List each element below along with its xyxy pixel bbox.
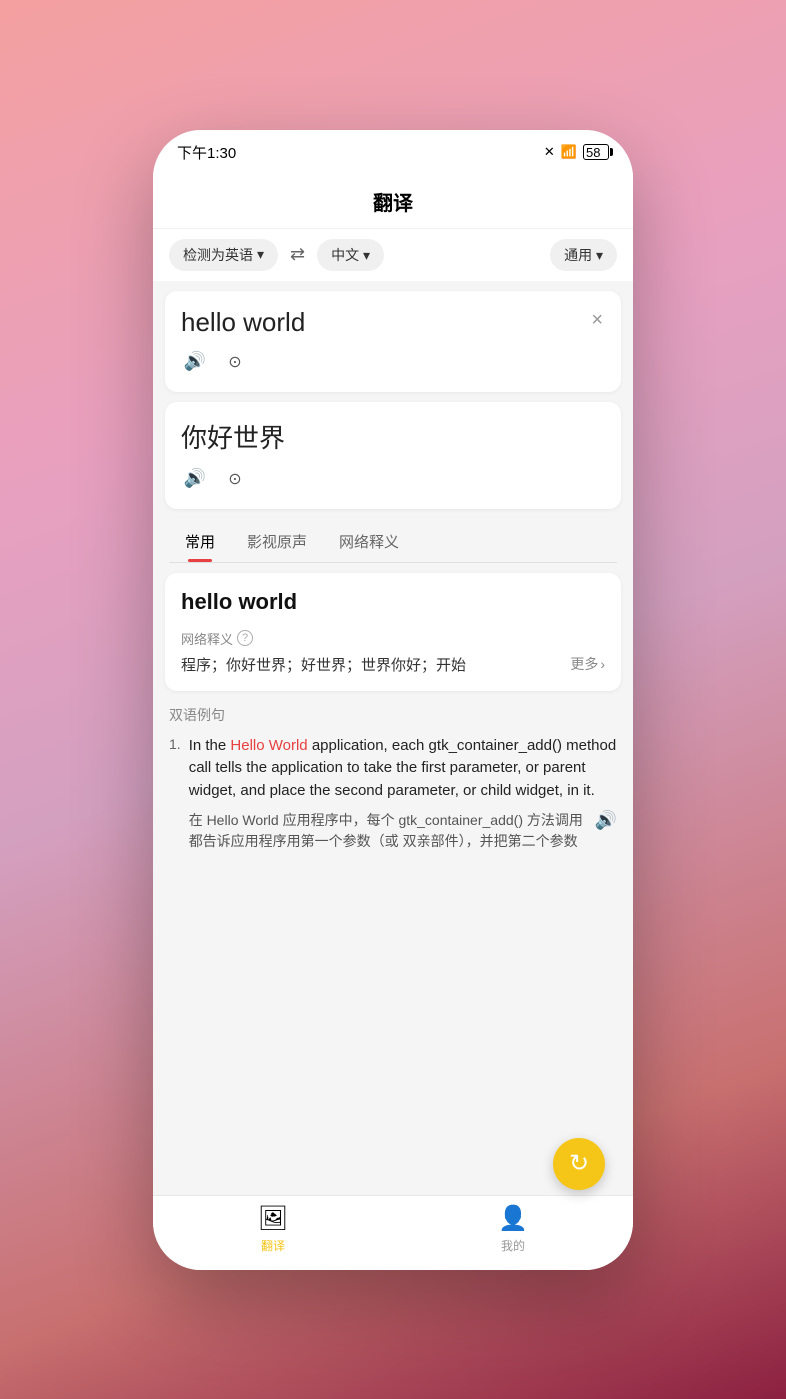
style-button[interactable]: 通用 ▾ xyxy=(550,239,617,271)
example-chinese-row: 在 Hello World 应用程序中，每个 gtk_container_add… xyxy=(189,810,617,852)
highlight-text: Hello World xyxy=(230,737,307,754)
battery-icon: 58 xyxy=(583,144,609,160)
mine-nav-label: 我的 xyxy=(501,1237,525,1254)
signal-icon: ✕ xyxy=(544,144,555,160)
tabs-section: 常用 影视原声 网络释义 xyxy=(165,523,621,563)
dict-word: hello world xyxy=(181,589,605,615)
language-bar: 检测为英语 ▾ ⇄ 中文 ▾ 通用 ▾ xyxy=(153,228,633,281)
swap-language-button[interactable]: ⇄ xyxy=(286,240,309,269)
app-content: 翻译 检测为英语 ▾ ⇄ 中文 ▾ 通用 ▾ hello world xyxy=(153,171,633,1195)
speak-result-button[interactable]: 🔊 xyxy=(181,465,209,493)
help-icon[interactable]: ? xyxy=(237,630,253,646)
result-actions: 🔊 ⊙ xyxy=(181,465,605,493)
dict-card: hello world 网络释义 ? 程序；你好世界；好世界；世界你好；开始 更… xyxy=(165,573,621,691)
status-icons: ✕ 📶 58 xyxy=(544,144,609,160)
tab-movie[interactable]: 影视原声 xyxy=(231,523,323,562)
copy-icon: ⊙ xyxy=(228,352,241,372)
input-actions: 🔊 ⊙ xyxy=(181,348,605,376)
example-english: In the Hello World application, each gtk… xyxy=(189,735,617,803)
nav-item-mine[interactable]: 👤 我的 xyxy=(393,1204,633,1254)
refresh-icon: ↻ xyxy=(569,1149,589,1178)
copy-source-button[interactable]: ⊙ xyxy=(221,348,249,376)
tab-web[interactable]: 网络释义 xyxy=(323,523,415,562)
status-bar: 下午1:30 ✕ 📶 58 xyxy=(153,130,633,171)
input-text-row: hello world × xyxy=(181,307,605,338)
wifi-icon: 📶 xyxy=(561,144,577,160)
nav-item-translate[interactable]: 🖼 翻译 xyxy=(153,1204,393,1254)
speak-example-button[interactable]: 🔊 xyxy=(595,810,617,831)
speaker-icon: 🔊 xyxy=(184,468,206,489)
dict-meanings: 程序；你好世界；好世界；世界你好；开始 xyxy=(181,654,570,675)
example-item: 1. In the Hello World application, each … xyxy=(169,735,617,853)
translate-nav-icon: 🖼 xyxy=(258,1204,288,1233)
copy-icon: ⊙ xyxy=(228,469,241,489)
tabs-row: 常用 影视原声 网络释义 xyxy=(165,523,621,562)
speak-source-button[interactable]: 🔊 xyxy=(181,348,209,376)
tab-common[interactable]: 常用 xyxy=(169,523,231,562)
tabs-divider xyxy=(169,562,617,563)
chevron-right-icon: › xyxy=(600,656,605,672)
bottom-nav: 🖼 翻译 👤 我的 xyxy=(153,1195,633,1270)
status-time: 下午1:30 xyxy=(177,142,236,163)
speaker-icon: 🔊 xyxy=(184,351,206,372)
result-text: 你好世界 xyxy=(181,418,605,455)
examples-section: 双语例句 1. In the Hello World application, … xyxy=(165,705,621,865)
source-language-button[interactable]: 检测为英语 ▾ xyxy=(169,239,278,271)
input-section: hello world × 🔊 ⊙ xyxy=(165,291,621,392)
refresh-fab[interactable]: ↻ xyxy=(553,1138,605,1190)
target-language-button[interactable]: 中文 ▾ xyxy=(317,239,384,271)
phone-frame: 下午1:30 ✕ 📶 58 翻译 检测为英语 ▾ ⇄ 中文 ▾ xyxy=(153,130,633,1270)
app-header: 翻译 xyxy=(153,171,633,228)
dict-meanings-row: 程序；你好世界；好世界；世界你好；开始 更多 › xyxy=(181,654,605,675)
result-section: 你好世界 🔊 ⊙ xyxy=(165,402,621,509)
dict-section-label: 网络释义 ? xyxy=(181,629,605,648)
swap-icon: ⇄ xyxy=(290,244,305,264)
examples-label: 双语例句 xyxy=(169,705,617,725)
close-icon: × xyxy=(591,309,603,331)
example-content: In the Hello World application, each gtk… xyxy=(189,735,617,853)
example-number: 1. xyxy=(169,736,181,853)
copy-result-button[interactable]: ⊙ xyxy=(221,465,249,493)
page-title: 翻译 xyxy=(173,187,613,216)
input-text[interactable]: hello world xyxy=(181,307,589,338)
example-chinese: 在 Hello World 应用程序中，每个 gtk_container_add… xyxy=(189,810,587,852)
clear-button[interactable]: × xyxy=(589,307,605,334)
mine-nav-icon: 👤 xyxy=(498,1204,528,1233)
translate-nav-label: 翻译 xyxy=(261,1237,285,1254)
more-button[interactable]: 更多 › xyxy=(570,654,605,674)
